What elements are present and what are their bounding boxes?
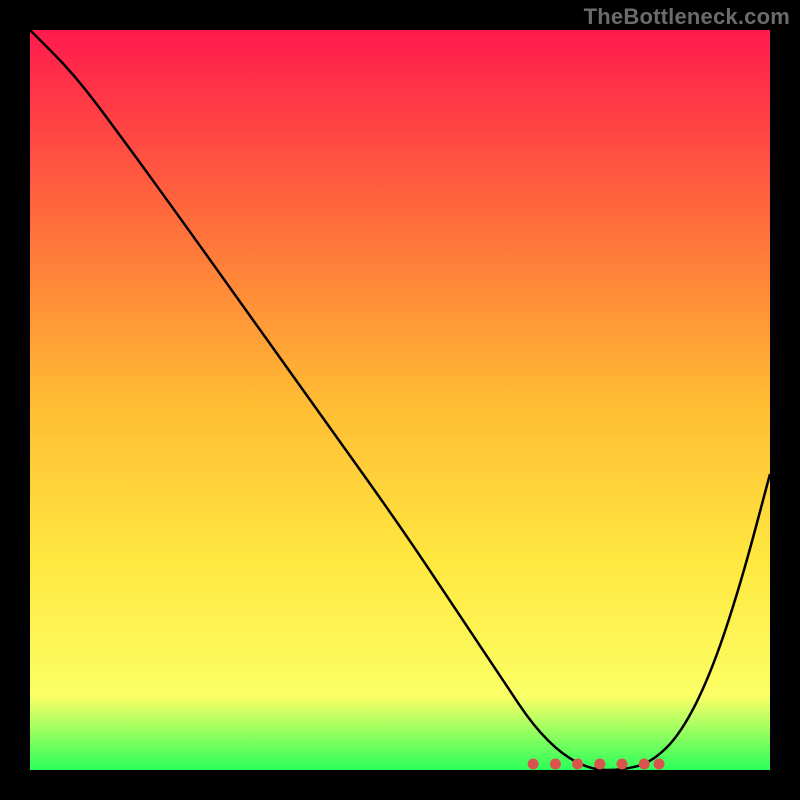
bottleneck-chart: [0, 0, 800, 800]
optimal-dot: [550, 759, 561, 770]
optimal-dot: [639, 759, 650, 770]
chart-frame: { "watermark": "TheBottleneck.com", "col…: [0, 0, 800, 800]
optimal-dot: [617, 759, 628, 770]
optimal-dot: [594, 759, 605, 770]
optimal-dot: [654, 759, 665, 770]
optimal-dot: [572, 759, 583, 770]
watermark-text: TheBottleneck.com: [584, 4, 790, 30]
optimal-dot: [528, 759, 539, 770]
plot-background: [30, 30, 770, 770]
